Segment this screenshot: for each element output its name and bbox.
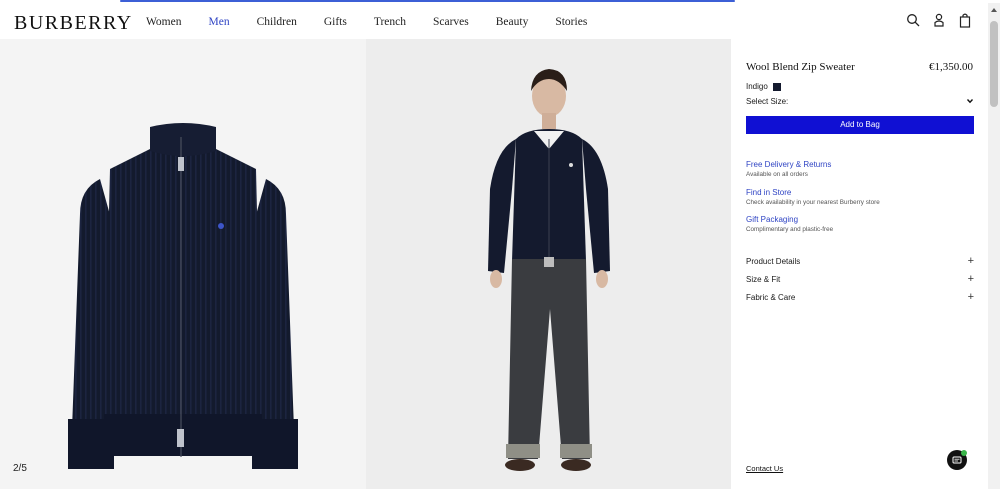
- site-header: BURBERRY Women Men Children Gifts Trench…: [0, 3, 988, 39]
- nav-item-trench[interactable]: Trench: [374, 16, 406, 28]
- color-selector: Indigo: [746, 82, 781, 91]
- nav-item-gifts[interactable]: Gifts: [324, 16, 347, 28]
- brand-logo[interactable]: BURBERRY: [14, 12, 133, 35]
- accordion-label: Fabric & Care: [746, 293, 796, 302]
- main-nav: Women Men Children Gifts Trench Scarves …: [146, 16, 614, 28]
- product-price: €1,350.00: [929, 61, 973, 73]
- delivery-link[interactable]: Free Delivery & Returns: [746, 160, 831, 169]
- nav-item-beauty[interactable]: Beauty: [496, 16, 529, 28]
- sweater-illustration: [68, 123, 298, 469]
- store-subtitle: Check availability in your nearest Burbe…: [746, 199, 880, 206]
- page-scrollbar[interactable]: [988, 3, 1000, 489]
- color-label: Indigo: [746, 82, 768, 91]
- delivery-subtitle: Available on all orders: [746, 171, 808, 178]
- gift-packaging-link[interactable]: Gift Packaging: [746, 215, 833, 224]
- contact-us-link[interactable]: Contact Us: [746, 464, 783, 473]
- product-image-front[interactable]: [0, 39, 366, 489]
- find-in-store-link[interactable]: Find in Store: [746, 188, 880, 197]
- header-icons: [906, 12, 972, 28]
- product-panel: Wool Blend Zip Sweater €1,350.00 Indigo …: [731, 39, 988, 489]
- gallery-counter: 2/5: [13, 463, 27, 474]
- service-gift: Gift Packaging Complimentary and plastic…: [746, 215, 833, 233]
- plus-icon: +: [967, 273, 974, 285]
- product-title: Wool Blend Zip Sweater: [746, 61, 855, 73]
- chevron-down-icon: [966, 99, 974, 104]
- nav-item-women[interactable]: Women: [146, 16, 181, 28]
- gift-subtitle: Complimentary and plastic-free: [746, 226, 834, 233]
- product-image-model[interactable]: [366, 39, 731, 489]
- accordion-size-fit[interactable]: Size & Fit +: [746, 273, 974, 285]
- scrollbar-thumb[interactable]: [990, 21, 998, 107]
- service-store: Find in Store Check availability in your…: [746, 188, 880, 206]
- model-illustration: [488, 69, 610, 471]
- search-icon[interactable]: [906, 12, 920, 28]
- color-swatch[interactable]: [772, 82, 781, 91]
- online-indicator: [961, 450, 967, 456]
- loading-progress: [120, 0, 735, 2]
- nav-item-scarves[interactable]: Scarves: [433, 16, 469, 28]
- plus-icon: +: [967, 255, 974, 267]
- service-delivery: Free Delivery & Returns Available on all…: [746, 160, 831, 178]
- add-to-bag-button[interactable]: Add to Bag: [746, 116, 974, 134]
- scroll-up-arrow[interactable]: [991, 8, 997, 12]
- account-icon[interactable]: [932, 12, 946, 28]
- accordion-label: Size & Fit: [746, 275, 781, 284]
- plus-icon: +: [967, 291, 974, 303]
- accordion-fabric-care[interactable]: Fabric & Care +: [746, 291, 974, 303]
- chat-button[interactable]: [947, 450, 967, 470]
- bag-icon[interactable]: [958, 12, 972, 28]
- page-loading-bar: [0, 0, 1000, 2]
- nav-item-stories[interactable]: Stories: [555, 16, 587, 28]
- nav-item-children[interactable]: Children: [257, 16, 297, 28]
- accordion-product-details[interactable]: Product Details +: [746, 255, 974, 267]
- nav-item-men[interactable]: Men: [208, 16, 229, 28]
- accordion-label: Product Details: [746, 257, 801, 266]
- size-select[interactable]: Select Size:: [746, 97, 974, 107]
- size-label: Select Size:: [746, 97, 789, 106]
